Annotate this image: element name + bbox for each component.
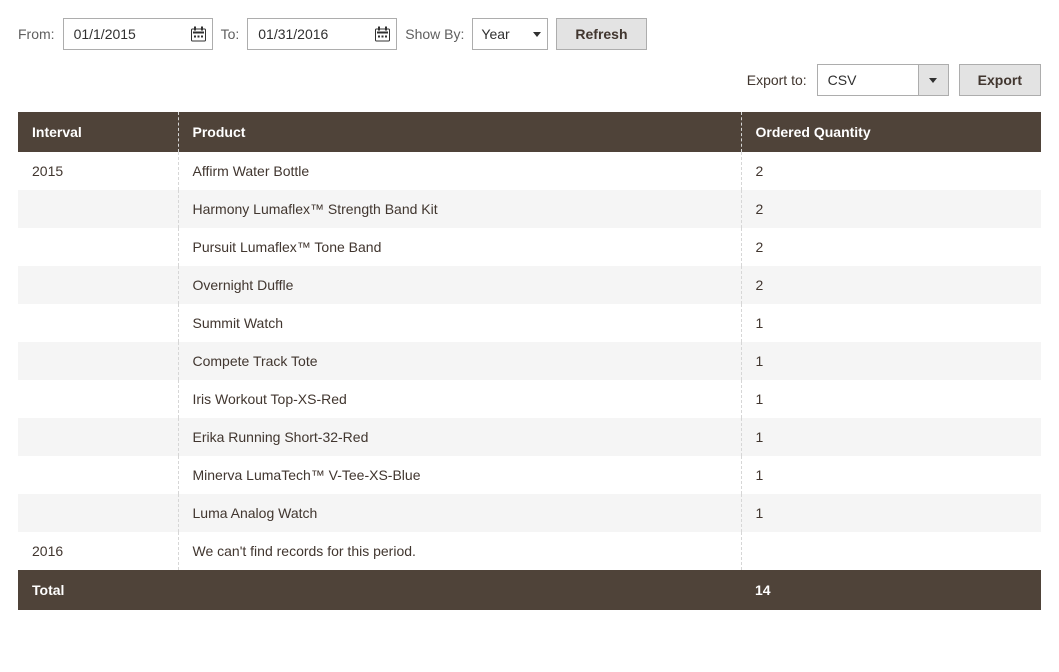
export-button[interactable]: Export [959, 64, 1041, 96]
cell-quantity: 1 [741, 380, 1041, 418]
table-footer-row: Total 14 [18, 570, 1041, 610]
export-format-caret[interactable] [918, 65, 948, 95]
table-row: 2016We can't find records for this perio… [18, 532, 1041, 570]
cell-interval [18, 304, 178, 342]
filter-toolbar: From: To: Show By: Year Refresh [18, 18, 1041, 50]
table-row: Summit Watch1 [18, 304, 1041, 342]
show-by-label: Show By: [405, 26, 464, 42]
table-row: Overnight Duffle2 [18, 266, 1041, 304]
table-row: Pursuit Lumaflex™ Tone Band2 [18, 228, 1041, 266]
footer-label: Total [18, 570, 178, 610]
cell-quantity: 1 [741, 494, 1041, 532]
header-interval: Interval [18, 112, 178, 152]
cell-interval [18, 190, 178, 228]
to-date-input[interactable] [247, 18, 397, 50]
table-row: 2015Affirm Water Bottle2 [18, 152, 1041, 190]
cell-product: Harmony Lumaflex™ Strength Band Kit [178, 190, 741, 228]
export-format-group [817, 64, 949, 96]
table-row: Compete Track Tote1 [18, 342, 1041, 380]
cell-quantity: 2 [741, 228, 1041, 266]
table-row: Luma Analog Watch1 [18, 494, 1041, 532]
cell-quantity: 2 [741, 266, 1041, 304]
cell-product: Affirm Water Bottle [178, 152, 741, 190]
cell-interval: 2015 [18, 152, 178, 190]
cell-interval [18, 380, 178, 418]
cell-product: Luma Analog Watch [178, 494, 741, 532]
cell-quantity: 1 [741, 456, 1041, 494]
cell-product: Overnight Duffle [178, 266, 741, 304]
from-date-wrap [63, 18, 213, 50]
header-quantity: Ordered Quantity [741, 112, 1041, 152]
show-by-select[interactable]: Year [472, 18, 548, 50]
cell-quantity [741, 532, 1041, 570]
footer-empty [178, 570, 741, 610]
table-row: Iris Workout Top-XS-Red1 [18, 380, 1041, 418]
cell-interval: 2016 [18, 532, 178, 570]
cell-product: Pursuit Lumaflex™ Tone Band [178, 228, 741, 266]
cell-product: Compete Track Tote [178, 342, 741, 380]
header-product: Product [178, 112, 741, 152]
refresh-button[interactable]: Refresh [556, 18, 646, 50]
cell-product: Iris Workout Top-XS-Red [178, 380, 741, 418]
from-date-input[interactable] [63, 18, 213, 50]
from-label: From: [18, 26, 55, 42]
cell-interval [18, 228, 178, 266]
cell-quantity: 1 [741, 342, 1041, 380]
to-label: To: [221, 26, 240, 42]
table-row: Minerva LumaTech™ V-Tee-XS-Blue1 [18, 456, 1041, 494]
cell-interval [18, 418, 178, 456]
cell-quantity: 2 [741, 152, 1041, 190]
table-row: Erika Running Short-32-Red1 [18, 418, 1041, 456]
export-format-select[interactable] [818, 65, 918, 95]
cell-interval [18, 494, 178, 532]
report-table: Interval Product Ordered Quantity 2015Af… [18, 112, 1041, 610]
table-row: Harmony Lumaflex™ Strength Band Kit2 [18, 190, 1041, 228]
to-date-wrap [247, 18, 397, 50]
cell-interval [18, 342, 178, 380]
cell-interval [18, 266, 178, 304]
cell-quantity: 2 [741, 190, 1041, 228]
cell-empty-message: We can't find records for this period. [178, 532, 741, 570]
cell-product: Minerva LumaTech™ V-Tee-XS-Blue [178, 456, 741, 494]
cell-product: Summit Watch [178, 304, 741, 342]
chevron-down-icon [929, 76, 937, 84]
cell-quantity: 1 [741, 418, 1041, 456]
export-to-label: Export to: [747, 72, 807, 88]
footer-qty: 14 [741, 570, 1041, 610]
cell-quantity: 1 [741, 304, 1041, 342]
cell-interval [18, 456, 178, 494]
table-header-row: Interval Product Ordered Quantity [18, 112, 1041, 152]
export-toolbar: Export to: Export [18, 64, 1041, 96]
cell-product: Erika Running Short-32-Red [178, 418, 741, 456]
